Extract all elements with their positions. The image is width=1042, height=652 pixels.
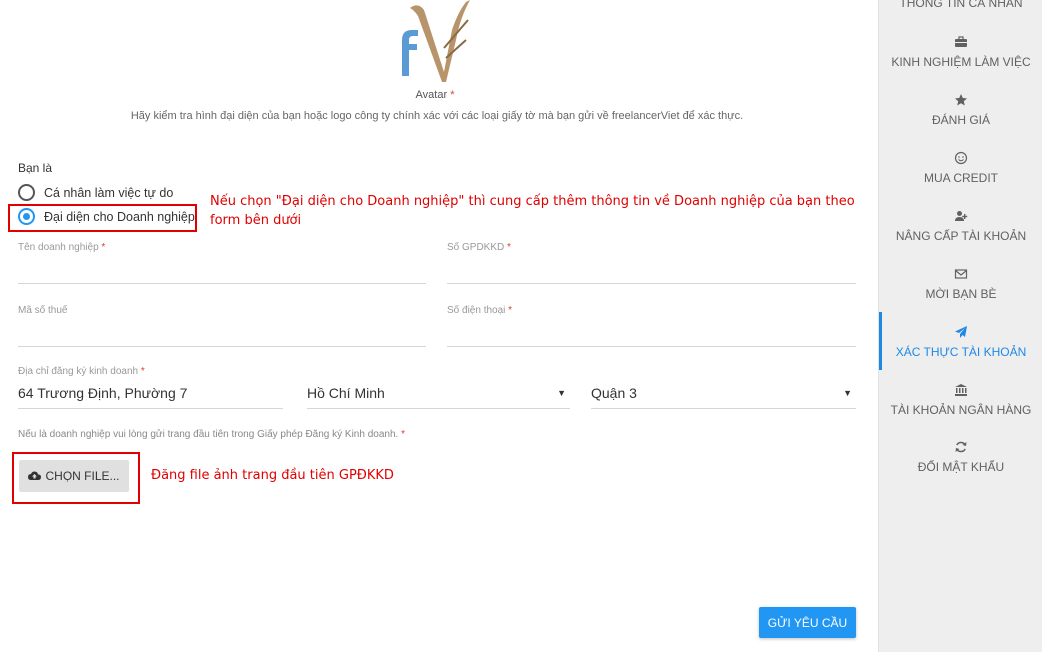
smile-icon — [954, 151, 968, 165]
phone-field[interactable]: Số điện thoại * — [447, 305, 856, 347]
sidebar-item-label[interactable]: MUA CREDIT — [879, 171, 1042, 185]
sidebar: THÔNG TIN CÁ NHÂN KINH NGHIỆM LÀM VIỆC Đ… — [878, 0, 1042, 652]
sidebar-item-label[interactable]: ĐỔI MẬT KHẨU — [879, 460, 1042, 474]
caret-down-icon[interactable]: ▼ — [557, 388, 566, 398]
bank-icon — [955, 384, 967, 396]
license-number-field[interactable]: Số GPDKKD * — [447, 242, 856, 284]
identity-label: Bạn là — [18, 161, 53, 175]
sidebar-item-change-password[interactable]: ĐỔI MẬT KHẨU — [879, 440, 1042, 474]
main-content: Avatar * Hãy kiểm tra hình đại diện của … — [0, 0, 878, 652]
paper-plane-icon — [955, 326, 967, 338]
avatar-label-text: Avatar — [415, 89, 448, 101]
file-instruction: Nếu là doanh nghiệp vui lòng gửi trang đ… — [18, 429, 405, 440]
company-name-label: Tên doanh nghiệp * — [18, 242, 106, 253]
license-number-label: Số GPDKKD * — [447, 242, 511, 253]
address-field[interactable]: Địa chỉ đăng ký kinh doanh * 64 Trương Đ… — [18, 366, 283, 409]
sidebar-item-buy-credit[interactable]: MUA CREDIT — [879, 151, 1042, 185]
radio-circle[interactable] — [18, 184, 35, 201]
tax-code-label: Mã số thuế — [18, 305, 68, 316]
avatar-logo[interactable] — [396, 0, 476, 84]
sidebar-item-label[interactable]: NÂNG CẤP TÀI KHOẢN — [879, 229, 1042, 243]
highlight-box-radio — [8, 204, 197, 232]
sidebar-item-label[interactable]: TÀI KHOẢN NGÂN HÀNG — [879, 403, 1042, 417]
submit-button[interactable]: GỬI YÊU CẦU — [759, 607, 856, 638]
annotation-file-note: Đăng file ảnh trang đầu tiên GPĐKKD — [151, 468, 394, 483]
address-value[interactable]: 64 Trương Định, Phường 7 — [18, 385, 187, 401]
sidebar-item-verify[interactable]: XÁC THỰC TÀI KHOẢN — [879, 325, 1042, 359]
radio-freelancer-label[interactable]: Cá nhân làm việc tự do — [44, 186, 173, 200]
highlight-box-file — [12, 452, 140, 504]
tax-code-field[interactable]: Mã số thuế — [18, 305, 426, 347]
sidebar-item-label[interactable]: XÁC THỰC TÀI KHOẢN — [879, 345, 1042, 359]
phone-label: Số điện thoại * — [447, 305, 513, 316]
radio-freelancer[interactable]: Cá nhân làm việc tự do — [18, 184, 173, 201]
sidebar-item-label[interactable]: KINH NGHIỆM LÀM VIỆC — [879, 55, 1042, 69]
envelope-icon — [954, 269, 968, 279]
district-value[interactable]: Quận 3 — [591, 385, 637, 401]
user-plus-icon — [955, 211, 968, 221]
sidebar-item-label[interactable]: THÔNG TIN CÁ NHÂN — [879, 0, 1042, 10]
sidebar-item-label[interactable]: ĐÁNH GIÁ — [879, 113, 1042, 127]
annotation-radio-note: Nếu chọn "Đại diện cho Doanh nghiệp" thì… — [210, 194, 855, 228]
city-value[interactable]: Hồ Chí Minh — [307, 385, 385, 401]
sidebar-item-experience[interactable]: KINH NGHIỆM LÀM VIỆC — [879, 35, 1042, 69]
sidebar-item-bank-account[interactable]: TÀI KHOẢN NGÂN HÀNG — [879, 383, 1042, 417]
sidebar-item-label[interactable]: MỜI BẠN BÈ — [879, 287, 1042, 301]
refresh-icon — [955, 441, 967, 453]
sidebar-item-upgrade[interactable]: NÂNG CẤP TÀI KHOẢN — [879, 209, 1042, 243]
sidebar-item-invite[interactable]: MỜI BẠN BÈ — [879, 267, 1042, 301]
address-label: Địa chỉ đăng ký kinh doanh * — [18, 366, 145, 377]
caret-down-icon[interactable]: ▼ — [843, 388, 852, 398]
briefcase-icon — [955, 36, 967, 47]
avatar-hint: Hãy kiểm tra hình đại diện của bạn hoặc … — [130, 110, 744, 122]
avatar-label: Avatar * — [0, 89, 870, 101]
star-icon — [955, 94, 967, 106]
sidebar-item-profile[interactable]: THÔNG TIN CÁ NHÂN — [879, 0, 1042, 10]
district-select[interactable]: Quận 3 ▼ — [591, 366, 856, 409]
required-mark: * — [450, 89, 455, 101]
sidebar-item-reviews[interactable]: ĐÁNH GIÁ — [879, 93, 1042, 127]
city-select[interactable]: Hồ Chí Minh ▼ — [307, 366, 570, 409]
company-name-field[interactable]: Tên doanh nghiệp * — [18, 242, 426, 284]
